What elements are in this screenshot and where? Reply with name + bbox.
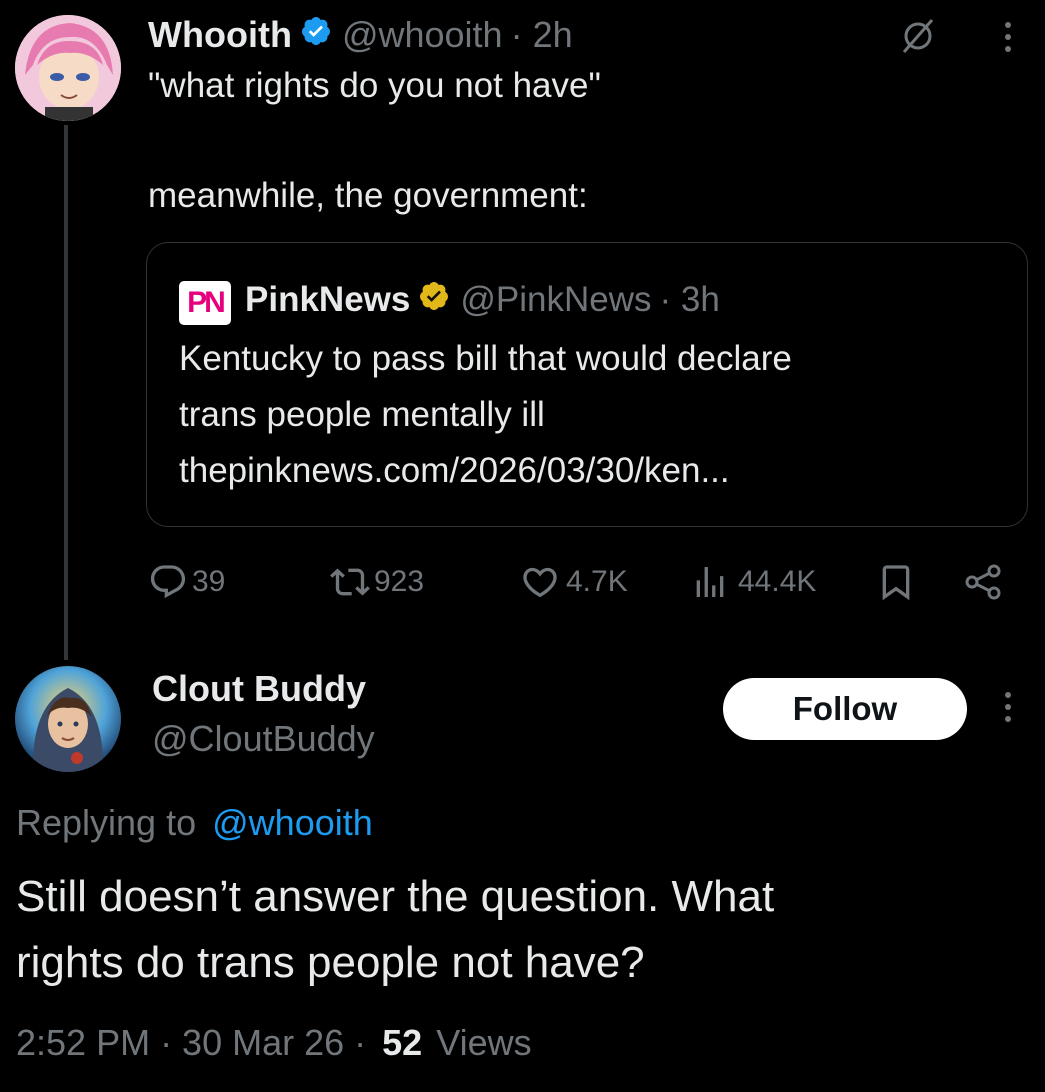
share-icon: [965, 564, 1001, 600]
reply-count: 39: [192, 565, 226, 598]
more-icon[interactable]: [1004, 22, 1012, 58]
grok-icon[interactable]: [898, 16, 938, 56]
bookmark-button[interactable]: [876, 562, 916, 602]
author-handle[interactable]: @whooith: [342, 14, 503, 56]
quoted-tweet-card[interactable]: PN PinkNews @PinkNews · 3h Kentucky to p…: [146, 242, 1028, 527]
quote-text-line1: Kentucky to pass bill that would declare: [179, 339, 792, 378]
quote-link[interactable]: thepinknews.com/2026/03/30/ken...: [179, 451, 730, 491]
bookmark-icon: [882, 565, 910, 601]
replying-to-label: Replying to: [16, 802, 197, 843]
thread-connector-line: [64, 125, 68, 660]
author-name[interactable]: Whooith: [148, 14, 292, 56]
reply-author-name[interactable]: Clout Buddy: [152, 668, 366, 710]
tweet-text-line2: meanwhile, the government:: [148, 176, 588, 215]
like-count: 4.7K: [566, 565, 628, 598]
quote-author-name[interactable]: PinkNews: [245, 280, 410, 320]
reply-text-line1: Still doesn’t answer the question. What: [16, 872, 775, 921]
verified-badge-icon: [300, 14, 332, 56]
reply-timestamp[interactable]: 2:52 PM · 30 Mar 26 ·: [16, 1022, 366, 1063]
reply-text-line2: rights do trans people not have?: [16, 938, 645, 987]
follow-button[interactable]: Follow: [723, 678, 967, 740]
more-icon[interactable]: [1004, 692, 1012, 728]
pinknews-logo: PN: [179, 281, 231, 325]
views-button[interactable]: 44.4K: [690, 562, 816, 602]
reply-author-handle[interactable]: @CloutBuddy: [152, 718, 375, 760]
tweet-text-line1: "what rights do you not have": [148, 66, 601, 105]
repost-button[interactable]: 923: [328, 562, 424, 602]
repost-icon: [330, 568, 370, 596]
reply-button[interactable]: 39: [148, 562, 225, 602]
replying-to-handle[interactable]: @whooith: [212, 802, 373, 843]
quote-time[interactable]: · 3h: [660, 280, 720, 320]
whooith-avatar[interactable]: [15, 15, 121, 121]
reply-icon: [150, 565, 186, 599]
repost-count: 923: [374, 565, 425, 598]
views-icon: [696, 567, 724, 597]
quote-author-handle[interactable]: @PinkNews: [460, 280, 651, 320]
share-button[interactable]: [962, 562, 1004, 602]
quote-text-line2: trans people mentally ill: [179, 395, 545, 434]
like-icon: [523, 567, 557, 598]
tweet-time[interactable]: · 2h: [511, 14, 573, 56]
cloutbuddy-avatar[interactable]: [15, 666, 121, 772]
views-count: 44.4K: [738, 565, 817, 598]
reply-views-count: 52: [382, 1022, 423, 1063]
verified-gold-badge-icon: [418, 280, 450, 321]
reply-views-label: Views: [436, 1022, 532, 1063]
like-button[interactable]: 4.7K: [518, 562, 628, 602]
